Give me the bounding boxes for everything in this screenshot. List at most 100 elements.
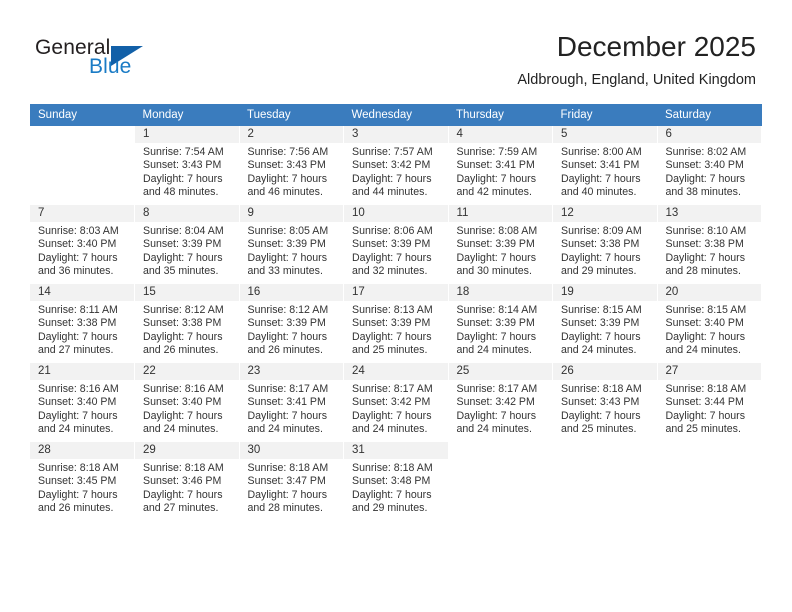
day-detail-daylight-line1: Daylight: 7 hours bbox=[352, 409, 432, 422]
calendar-day-cell[interactable]: 14 Sunrise: 8:11 AM Sunset: 3:38 PM Dayligh… bbox=[30, 283, 135, 363]
calendar-day-cell[interactable]: 9 Sunrise: 8:05 AM Sunset: 3:39 PM Daylight… bbox=[239, 204, 344, 284]
calendar-day-cell[interactable]: 18 Sunrise: 8:14 AM Sunset: 3:39 PM Dayligh… bbox=[448, 283, 553, 363]
calendar-day-cell[interactable]: 25 Sunrise: 8:17 AM Sunset: 3:42 PM Dayligh… bbox=[448, 362, 553, 442]
day-detail-sunrise: Sunrise: 8:12 AM bbox=[247, 304, 329, 316]
day-detail-sunrise: Sunrise: 8:13 AM bbox=[352, 304, 433, 316]
calendar-day-cell[interactable]: 12 Sunrise: 8:09 AM Sunset: 3:38 PM Dayligh… bbox=[552, 204, 658, 284]
day-details: Sunrise: 8:15 AM Sunset: 3:40 PM Daylight:… bbox=[658, 301, 762, 358]
page-header: General Blue December 2025 Aldbrough, En… bbox=[0, 0, 792, 104]
calendar-day-cell[interactable]: 10 Sunrise: 8:06 AM Sunset: 3:39 PM Dayligh… bbox=[343, 204, 449, 284]
calendar-day-cell[interactable]: 30 Sunrise: 8:18 AM Sunset: 3:47 PM Dayligh… bbox=[239, 441, 344, 521]
day-detail-sunrise: Sunrise: 8:00 AM bbox=[561, 146, 642, 158]
day-detail-daylight-line2: and 26 minutes. bbox=[247, 344, 323, 357]
calendar-day-cell[interactable]: 2 Sunrise: 7:56 AM Sunset: 3:43 PM Daylight… bbox=[239, 126, 344, 205]
day-details: Sunrise: 7:57 AM Sunset: 3:42 PM Daylight:… bbox=[344, 143, 448, 200]
day-detail-daylight-line1: Daylight: 7 hours bbox=[143, 251, 223, 264]
calendar-day-cell[interactable]: 22 Sunrise: 8:16 AM Sunset: 3:40 PM Dayligh… bbox=[134, 362, 240, 442]
day-detail-sunrise: Sunrise: 8:11 AM bbox=[38, 304, 118, 316]
calendar-day-cell[interactable]: 16 Sunrise: 8:12 AM Sunset: 3:39 PM Dayligh… bbox=[239, 283, 344, 363]
day-details bbox=[30, 143, 134, 146]
day-detail-sunset: Sunset: 3:40 PM bbox=[665, 159, 744, 172]
calendar-day-cell[interactable]: 5 Sunrise: 8:00 AM Sunset: 3:41 PM Daylight… bbox=[552, 126, 658, 205]
calendar-day-cell[interactable]: 19 Sunrise: 8:15 AM Sunset: 3:39 PM Dayligh… bbox=[552, 283, 658, 363]
calendar-day-cell[interactable]: 27 Sunrise: 8:18 AM Sunset: 3:44 PM Dayligh… bbox=[657, 362, 762, 442]
calendar-day-cell[interactable]: 11 Sunrise: 8:08 AM Sunset: 3:39 PM Dayligh… bbox=[448, 204, 553, 284]
day-detail-daylight-line2: and 24 minutes. bbox=[38, 423, 114, 436]
day-detail-daylight-line1: Daylight: 7 hours bbox=[247, 409, 328, 422]
calendar-day-cell[interactable]: 7 Sunrise: 8:03 AM Sunset: 3:40 PM Daylight… bbox=[30, 204, 135, 284]
day-detail-sunset: Sunset: 3:43 PM bbox=[143, 159, 222, 172]
logo-text-blue: Blue bbox=[89, 55, 132, 78]
general-blue-logo[interactable]: General Blue bbox=[35, 36, 235, 84]
day-detail-daylight-line2: and 36 minutes. bbox=[38, 265, 114, 278]
calendar-cell-empty bbox=[552, 441, 658, 521]
day-detail-daylight-line1: Daylight: 7 hours bbox=[665, 409, 746, 422]
day-detail-sunset: Sunset: 3:40 PM bbox=[38, 396, 117, 409]
calendar-day-cell[interactable]: 31 Sunrise: 8:18 AM Sunset: 3:48 PM Dayligh… bbox=[343, 441, 449, 521]
calendar-day-cell[interactable]: 13 Sunrise: 8:10 AM Sunset: 3:38 PM Dayligh… bbox=[657, 204, 762, 284]
weekday-header-tuesday: Tuesday bbox=[239, 104, 344, 126]
calendar-day-cell[interactable]: 17 Sunrise: 8:13 AM Sunset: 3:39 PM Dayligh… bbox=[343, 283, 449, 363]
day-detail-daylight-line1: Daylight: 7 hours bbox=[143, 409, 223, 422]
day-number: 29 bbox=[135, 442, 239, 459]
day-cell-inner: 23 Sunrise: 8:17 AM Sunset: 3:41 PM Dayligh… bbox=[239, 363, 343, 441]
day-cell-inner: 29 Sunrise: 8:18 AM Sunset: 3:46 PM Dayligh… bbox=[135, 442, 239, 520]
day-details: Sunrise: 8:18 AM Sunset: 3:44 PM Daylight:… bbox=[658, 380, 762, 437]
day-detail-sunrise: Sunrise: 8:06 AM bbox=[352, 225, 433, 237]
day-details: Sunrise: 7:54 AM Sunset: 3:43 PM Daylight:… bbox=[135, 143, 239, 200]
weekday-header-row: Sunday Monday Tuesday Wednesday Thursday Frid… bbox=[30, 104, 762, 126]
calendar-day-cell[interactable]: 8 Sunrise: 8:04 AM Sunset: 3:39 PM Daylight… bbox=[134, 204, 240, 284]
day-details: Sunrise: 8:04 AM Sunset: 3:39 PM Daylight:… bbox=[135, 222, 239, 279]
day-details: Sunrise: 8:14 AM Sunset: 3:39 PM Daylight:… bbox=[449, 301, 553, 358]
day-detail-sunrise: Sunrise: 8:03 AM bbox=[38, 225, 119, 237]
day-detail-daylight-line1: Daylight: 7 hours bbox=[561, 330, 641, 343]
day-detail-sunrise: Sunrise: 8:18 AM bbox=[561, 383, 642, 395]
day-detail-sunrise: Sunrise: 8:16 AM bbox=[38, 383, 119, 395]
day-number bbox=[657, 442, 761, 459]
day-detail-sunset: Sunset: 3:38 PM bbox=[38, 317, 117, 330]
day-detail-daylight-line2: and 25 minutes. bbox=[352, 344, 428, 357]
day-cell-inner: 4 Sunrise: 7:59 AM Sunset: 3:41 PM Daylight… bbox=[448, 126, 552, 204]
calendar-day-cell[interactable]: 20 Sunrise: 8:15 AM Sunset: 3:40 PM Dayligh… bbox=[657, 283, 762, 363]
weekday-header-thursday: Thursday bbox=[448, 104, 553, 126]
calendar-day-cell[interactable]: 4 Sunrise: 7:59 AM Sunset: 3:41 PM Daylight… bbox=[448, 126, 553, 205]
day-detail-daylight-line1: Daylight: 7 hours bbox=[561, 172, 641, 185]
day-detail-sunset: Sunset: 3:39 PM bbox=[352, 238, 431, 251]
calendar-day-cell[interactable]: 21 Sunrise: 8:16 AM Sunset: 3:40 PM Dayligh… bbox=[30, 362, 135, 442]
calendar-week-row: 21 Sunrise: 8:16 AM Sunset: 3:40 PM Dayligh… bbox=[30, 362, 762, 442]
day-cell-inner: 19 Sunrise: 8:15 AM Sunset: 3:39 PM Dayligh… bbox=[553, 284, 657, 362]
calendar-day-cell[interactable]: 23 Sunrise: 8:17 AM Sunset: 3:41 PM Dayligh… bbox=[239, 362, 344, 442]
day-detail-sunset: Sunset: 3:41 PM bbox=[456, 159, 535, 172]
calendar-day-cell[interactable]: 28 Sunrise: 8:18 AM Sunset: 3:45 PM Dayligh… bbox=[30, 441, 135, 521]
day-number: 23 bbox=[239, 363, 343, 380]
day-details: Sunrise: 8:12 AM Sunset: 3:38 PM Daylight:… bbox=[135, 301, 239, 358]
day-number bbox=[448, 442, 552, 459]
day-detail-daylight-line1: Daylight: 7 hours bbox=[143, 172, 223, 185]
day-detail-sunrise: Sunrise: 7:56 AM bbox=[247, 146, 329, 158]
day-cell-inner: 28 Sunrise: 8:18 AM Sunset: 3:45 PM Dayligh… bbox=[30, 442, 134, 520]
day-detail-sunrise: Sunrise: 7:59 AM bbox=[456, 146, 538, 158]
day-detail-daylight-line2: and 25 minutes. bbox=[665, 423, 741, 436]
calendar-day-cell[interactable]: 3 Sunrise: 7:57 AM Sunset: 3:42 PM Daylight… bbox=[343, 126, 449, 205]
day-detail-daylight-line2: and 24 minutes. bbox=[352, 423, 428, 436]
day-detail-sunrise: Sunrise: 8:18 AM bbox=[352, 462, 433, 474]
day-cell-inner: 25 Sunrise: 8:17 AM Sunset: 3:42 PM Dayligh… bbox=[448, 363, 553, 441]
calendar-day-cell[interactable]: 6 Sunrise: 8:02 AM Sunset: 3:40 PM Daylight… bbox=[657, 126, 762, 205]
day-detail-daylight-line1: Daylight: 7 hours bbox=[665, 172, 746, 185]
day-detail-daylight-line2: and 27 minutes. bbox=[143, 502, 219, 515]
calendar-day-cell[interactable]: 24 Sunrise: 8:17 AM Sunset: 3:42 PM Dayligh… bbox=[343, 362, 449, 442]
day-detail-sunrise: Sunrise: 8:18 AM bbox=[247, 462, 329, 474]
day-number: 9 bbox=[239, 205, 343, 222]
calendar-day-cell[interactable]: 15 Sunrise: 8:12 AM Sunset: 3:38 PM Dayligh… bbox=[134, 283, 240, 363]
day-detail-sunrise: Sunrise: 8:17 AM bbox=[456, 383, 538, 395]
calendar-day-cell[interactable]: 1 Sunrise: 7:54 AM Sunset: 3:43 PM Daylight… bbox=[134, 126, 240, 205]
day-cell-inner: 24 Sunrise: 8:17 AM Sunset: 3:42 PM Dayligh… bbox=[344, 363, 448, 441]
calendar-day-cell[interactable]: 26 Sunrise: 8:18 AM Sunset: 3:43 PM Dayligh… bbox=[552, 362, 658, 442]
day-details: Sunrise: 8:11 AM Sunset: 3:38 PM Daylight:… bbox=[30, 301, 134, 358]
day-number: 14 bbox=[30, 284, 134, 301]
calendar-day-cell[interactable]: 29 Sunrise: 8:18 AM Sunset: 3:46 PM Dayligh… bbox=[134, 441, 240, 521]
day-number bbox=[553, 442, 657, 459]
day-detail-daylight-line2: and 24 minutes. bbox=[247, 423, 323, 436]
day-cell-inner: 3 Sunrise: 7:57 AM Sunset: 3:42 PM Daylight… bbox=[344, 126, 448, 204]
day-details: Sunrise: 8:17 AM Sunset: 3:42 PM Daylight:… bbox=[449, 380, 553, 437]
